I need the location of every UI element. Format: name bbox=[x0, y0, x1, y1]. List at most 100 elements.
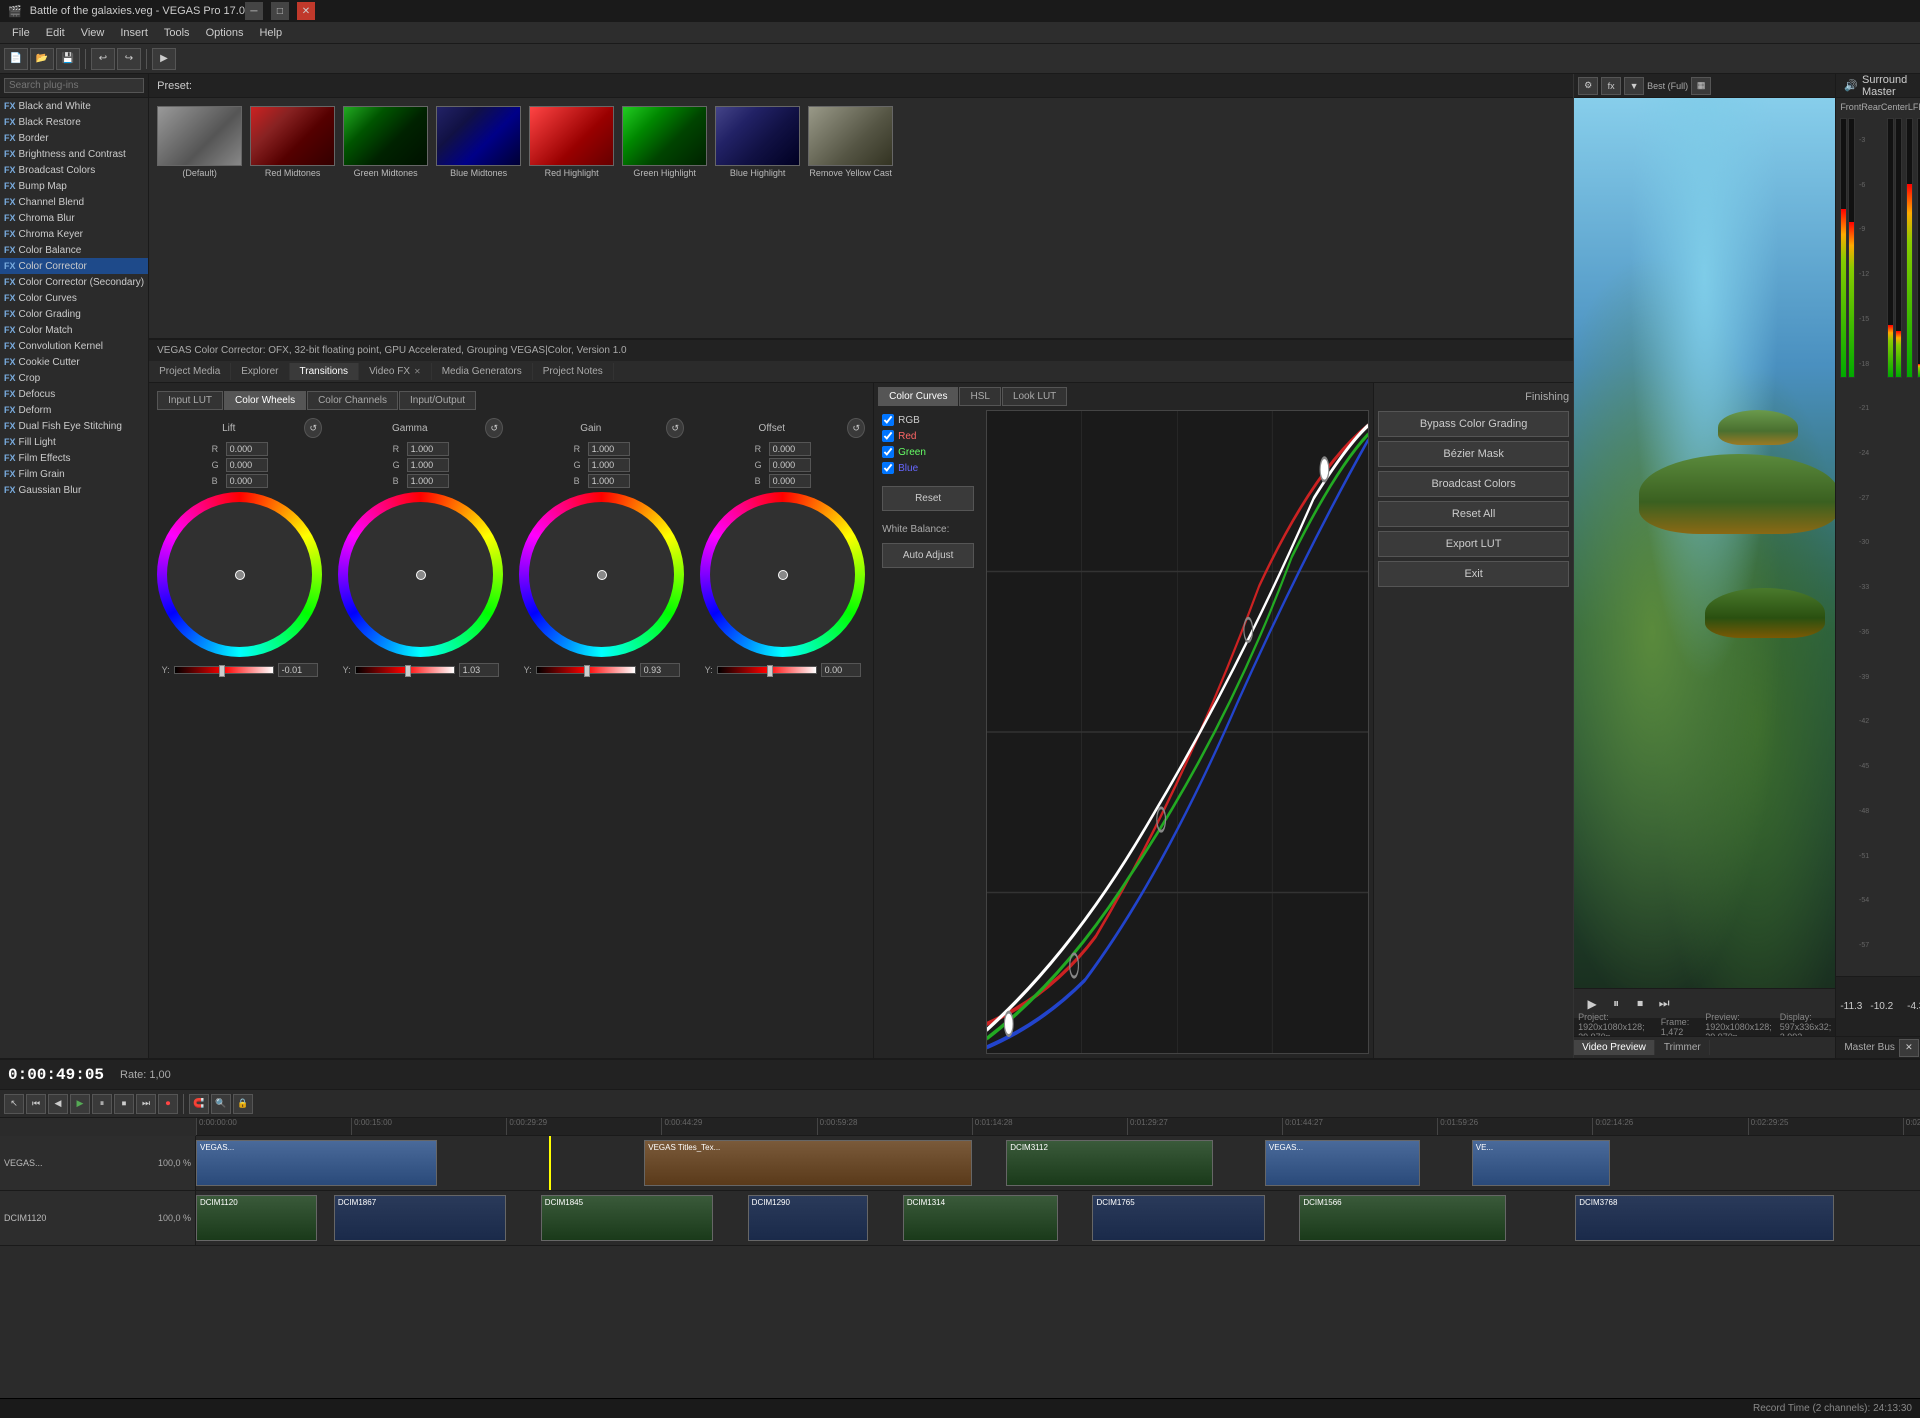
preset-item-remove-yellow-cast[interactable]: Remove Yellow Cast bbox=[808, 106, 893, 178]
gain-r-input[interactable] bbox=[588, 442, 630, 456]
red-checkbox[interactable] bbox=[882, 430, 894, 442]
pause-button[interactable]: ⏸ bbox=[1606, 995, 1626, 1013]
panel-tab-close[interactable]: ✕ bbox=[414, 367, 421, 376]
rgb-checkbox[interactable] bbox=[882, 414, 894, 426]
minimize-button[interactable]: ─ bbox=[245, 2, 263, 20]
plugin-item[interactable]: FXColor Balance bbox=[0, 242, 148, 258]
gain-reset-button[interactable]: ↺ bbox=[666, 418, 684, 438]
color-tab-io[interactable]: Input/Output bbox=[399, 391, 476, 410]
tl-zoom-in[interactable]: 🔍 bbox=[211, 1094, 231, 1114]
master-bus-close[interactable]: ✕ bbox=[1899, 1039, 1919, 1057]
offset-y-handle[interactable] bbox=[767, 665, 773, 677]
tl-snapping[interactable]: 🧲 bbox=[189, 1094, 209, 1114]
reset-all-button[interactable]: Reset All bbox=[1378, 501, 1569, 527]
plugin-item[interactable]: FXBorder bbox=[0, 130, 148, 146]
clip-dcim3768[interactable]: DCIM3768 bbox=[1575, 1195, 1834, 1241]
menu-item-file[interactable]: File bbox=[4, 25, 38, 41]
reset-curves-button[interactable]: Reset bbox=[882, 486, 974, 511]
preset-item-red-highlight[interactable]: Red Highlight bbox=[529, 106, 614, 178]
gamma-reset-button[interactable]: ↺ bbox=[485, 418, 503, 438]
offset-reset-button[interactable]: ↺ bbox=[847, 418, 865, 438]
tl-stop[interactable]: ⏹ bbox=[114, 1094, 134, 1114]
stop-button[interactable]: ⏹ bbox=[1630, 995, 1650, 1013]
curves-canvas[interactable] bbox=[986, 410, 1369, 1054]
plugin-item[interactable]: FXDeform bbox=[0, 402, 148, 418]
offset-y-input[interactable] bbox=[821, 663, 861, 677]
clip-vegas-2[interactable]: VEGAS... bbox=[1265, 1140, 1420, 1186]
offset-y-track[interactable] bbox=[717, 666, 817, 674]
menu-item-insert[interactable]: Insert bbox=[112, 25, 156, 41]
panel-tab-transitions[interactable]: Transitions bbox=[290, 363, 360, 380]
lift-y-track[interactable] bbox=[174, 666, 274, 674]
plugin-item[interactable]: FXCookie Cutter bbox=[0, 354, 148, 370]
plugin-item[interactable]: FXFilm Grain bbox=[0, 466, 148, 482]
plugin-item[interactable]: FXFilm Effects bbox=[0, 450, 148, 466]
bypass-color-grading-button[interactable]: Bypass Color Grading bbox=[1378, 411, 1569, 437]
open-button[interactable]: 📂 bbox=[30, 48, 54, 70]
gamma-r-input[interactable] bbox=[407, 442, 449, 456]
save-button[interactable]: 💾 bbox=[56, 48, 80, 70]
plugin-item[interactable]: FXBroadcast Colors bbox=[0, 162, 148, 178]
gamma-wheel-canvas[interactable] bbox=[338, 492, 503, 657]
lift-reset-button[interactable]: ↺ bbox=[304, 418, 322, 438]
tab-trimmer[interactable]: Trimmer bbox=[1656, 1040, 1710, 1055]
clip-dcim1765[interactable]: DCIM1765 bbox=[1092, 1195, 1264, 1241]
clip-titles-1[interactable]: VEGAS Titles_Tex... bbox=[644, 1140, 972, 1186]
tl-play[interactable]: ▶ bbox=[70, 1094, 90, 1114]
redo-button[interactable]: ↪ bbox=[117, 48, 141, 70]
auto-adjust-button[interactable]: Auto Adjust bbox=[882, 543, 974, 568]
color-tab-input-lut[interactable]: Input LUT bbox=[157, 391, 223, 410]
gamma-b-input[interactable] bbox=[407, 474, 449, 488]
tl-skip-next[interactable]: ⏭ bbox=[136, 1094, 156, 1114]
panel-tab-media-generators[interactable]: Media Generators bbox=[432, 363, 533, 380]
plugin-item[interactable]: FXFill Light bbox=[0, 434, 148, 450]
preset-item-blue-midtones[interactable]: Blue Midtones bbox=[436, 106, 521, 178]
gain-b-input[interactable] bbox=[588, 474, 630, 488]
gamma-y-handle[interactable] bbox=[405, 665, 411, 677]
plugin-item[interactable]: FXColor Corrector (Secondary) bbox=[0, 274, 148, 290]
plugin-item[interactable]: FXBump Map bbox=[0, 178, 148, 194]
clip-dcim3112[interactable]: DCIM3112 bbox=[1006, 1140, 1213, 1186]
clip-dcim1120[interactable]: DCIM1120 bbox=[196, 1195, 317, 1241]
panel-tab-project-notes[interactable]: Project Notes bbox=[533, 363, 614, 380]
blue-checkbox[interactable] bbox=[882, 462, 894, 474]
panel-tab-project-media[interactable]: Project Media bbox=[149, 363, 231, 380]
plugin-item[interactable]: FXColor Grading bbox=[0, 306, 148, 322]
clip-ve-1[interactable]: VE... bbox=[1472, 1140, 1610, 1186]
undo-button[interactable]: ↩ bbox=[91, 48, 115, 70]
preset-item-red-midtones[interactable]: Red Midtones bbox=[250, 106, 335, 178]
offset-g-input[interactable] bbox=[769, 458, 811, 472]
close-button[interactable]: ✕ bbox=[297, 2, 315, 20]
gain-y-handle[interactable] bbox=[584, 665, 590, 677]
menu-item-help[interactable]: Help bbox=[251, 25, 290, 41]
menu-item-edit[interactable]: Edit bbox=[38, 25, 73, 41]
menu-item-options[interactable]: Options bbox=[198, 25, 252, 41]
gamma-y-input[interactable] bbox=[459, 663, 499, 677]
plugin-item[interactable]: FXBlack and White bbox=[0, 98, 148, 114]
plugin-item[interactable]: FXChroma Blur bbox=[0, 210, 148, 226]
color-tab-channels[interactable]: Color Channels bbox=[307, 391, 398, 410]
tl-pause[interactable]: ⏸ bbox=[92, 1094, 112, 1114]
video-settings-button[interactable]: ⚙ bbox=[1578, 77, 1598, 95]
tl-play-from-start[interactable]: ⏮ bbox=[26, 1094, 46, 1114]
plugin-item[interactable]: FXBlack Restore bbox=[0, 114, 148, 130]
video-quality-button[interactable]: ▼ bbox=[1624, 77, 1644, 95]
gain-y-input[interactable] bbox=[640, 663, 680, 677]
tab-video-preview[interactable]: Video Preview bbox=[1574, 1040, 1655, 1055]
color-tab-wheels[interactable]: Color Wheels bbox=[224, 391, 306, 410]
gain-wheel-canvas[interactable] bbox=[519, 492, 684, 657]
menu-item-tools[interactable]: Tools bbox=[156, 25, 198, 41]
plugin-item[interactable]: FXDual Fish Eye Stitching bbox=[0, 418, 148, 434]
lift-y-handle[interactable] bbox=[219, 665, 225, 677]
export-lut-button[interactable]: Export LUT bbox=[1378, 531, 1569, 557]
clip-dcim1314[interactable]: DCIM1314 bbox=[903, 1195, 1058, 1241]
lift-g-input[interactable] bbox=[226, 458, 268, 472]
panel-tab-video-fx[interactable]: Video FX✕ bbox=[359, 363, 432, 380]
clip-dcim1290[interactable]: DCIM1290 bbox=[748, 1195, 869, 1241]
broadcast-colors-button[interactable]: Broadcast Colors bbox=[1378, 471, 1569, 497]
offset-wheel-canvas[interactable] bbox=[700, 492, 865, 657]
search-input[interactable] bbox=[4, 78, 144, 93]
plugin-item[interactable]: FXConvolution Kernel bbox=[0, 338, 148, 354]
offset-r-input[interactable] bbox=[769, 442, 811, 456]
plugin-item[interactable]: FXChroma Keyer bbox=[0, 226, 148, 242]
